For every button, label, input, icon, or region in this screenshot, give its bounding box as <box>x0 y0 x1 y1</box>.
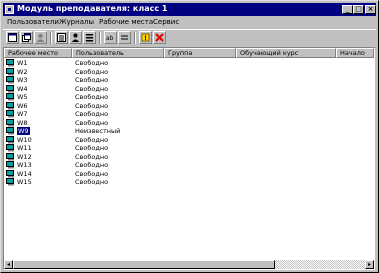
column-workstation[interactable]: Рабочее место <box>4 48 72 58</box>
table-row[interactable]: W15 Свободно <box>4 178 374 186</box>
table-row[interactable]: W13 Свободно <box>4 161 374 169</box>
workstation-cell: W12 <box>17 152 32 161</box>
menu-service[interactable]: Сервис <box>153 18 179 26</box>
user-cell: Свободно <box>75 59 109 67</box>
workstation-cell: W8 <box>17 118 28 127</box>
list-icon[interactable] <box>55 31 68 44</box>
computer-icon <box>6 161 14 169</box>
computer-icon <box>6 127 14 135</box>
windows-icon[interactable] <box>20 31 33 44</box>
close-button[interactable]: × <box>365 5 376 14</box>
table-row[interactable]: W2 Свободно <box>4 67 374 76</box>
table-row[interactable]: W8 Свободно <box>4 118 374 127</box>
app-icon[interactable] <box>5 5 14 14</box>
workstation-cell: W13 <box>17 161 32 169</box>
computer-icon <box>6 110 14 118</box>
column-course[interactable]: Обучающий курс <box>236 48 336 58</box>
computer-icon <box>6 93 14 101</box>
table-row[interactable]: W14 Свободно <box>4 169 374 178</box>
workstation-cell: W15 <box>17 178 32 186</box>
workstation-cell: W9 <box>17 127 30 135</box>
computer-icon <box>6 144 14 152</box>
table-row[interactable]: W4 Свободно <box>4 84 374 93</box>
workstation-cell: W14 <box>17 169 32 178</box>
workstation-cell: W4 <box>17 84 28 93</box>
user-cell: Свободно <box>75 76 109 84</box>
computer-icon <box>6 135 14 143</box>
table-row[interactable]: W5 Свободно <box>4 93 374 101</box>
menu-bar: Пользователи Журналы Рабочие места Серви… <box>3 17 376 28</box>
user-cell: Свободно <box>75 110 109 118</box>
users-icon[interactable] <box>34 31 47 44</box>
table-row[interactable]: W7 Свободно <box>4 110 374 118</box>
minimize-button[interactable]: _ <box>342 5 353 14</box>
user-cell: Неизвестный <box>75 127 121 135</box>
lines-icon[interactable] <box>83 31 96 44</box>
maximize-button[interactable]: □ <box>353 5 364 14</box>
scroll-right-button[interactable]: ▸ <box>365 260 374 269</box>
user-cell: Свободно <box>75 169 109 178</box>
user-cell: Свободно <box>75 152 109 161</box>
horizontal-scrollbar[interactable]: ◂ ▸ <box>4 260 374 269</box>
list-header: Рабочее место Пользователь Группа Обучаю… <box>4 48 374 58</box>
computer-icon <box>6 67 14 75</box>
table-row[interactable]: W1 Свободно <box>4 59 374 67</box>
user-cell: Свободно <box>75 161 109 169</box>
message-icon[interactable]: ab <box>104 31 117 44</box>
menu-workstations[interactable]: Рабочие места <box>99 18 153 26</box>
computer-icon <box>6 59 14 67</box>
workstation-cell: W1 <box>17 59 28 67</box>
user-cell: Свободно <box>75 67 109 76</box>
workstation-cell: W10 <box>17 135 32 144</box>
workstation-cell: W2 <box>17 67 28 76</box>
computer-icon <box>6 84 14 92</box>
user-view-icon[interactable] <box>69 31 82 44</box>
menu-journals[interactable]: Журналы <box>59 18 94 26</box>
delete-icon[interactable] <box>153 31 166 44</box>
workstation-cell: W6 <box>17 101 28 110</box>
workstation-cell: W11 <box>17 144 32 152</box>
user-cell: Свободно <box>75 118 109 127</box>
user-cell: Свободно <box>75 101 109 110</box>
scroll-left-button[interactable]: ◂ <box>4 260 13 269</box>
workstation-cell: W5 <box>17 93 28 101</box>
user-cell: Свободно <box>75 144 109 152</box>
workstation-cell: W7 <box>17 110 28 118</box>
computer-icon <box>6 152 14 160</box>
lines-small-icon[interactable] <box>118 31 131 44</box>
table-row[interactable]: W9 Неизвестный <box>4 127 374 135</box>
window-icon[interactable] <box>6 31 19 44</box>
window-title: Модуль преподавателя: класс 1 <box>17 4 168 13</box>
svg-text:ab: ab <box>106 35 114 42</box>
workstation-list[interactable]: Рабочее место Пользователь Группа Обучаю… <box>3 47 375 270</box>
table-row[interactable]: W6 Свободно <box>4 101 374 110</box>
main-window: Модуль преподавателя: класс 1 _ □ × Поль… <box>0 0 379 273</box>
column-group[interactable]: Группа <box>164 48 236 58</box>
column-start[interactable]: Начало <box>336 48 374 58</box>
table-row[interactable]: W10 Свободно <box>4 135 374 144</box>
table-row[interactable]: W11 Свободно <box>4 144 374 152</box>
toolbar: ab <box>3 29 376 48</box>
computer-icon <box>6 178 14 186</box>
column-user[interactable]: Пользователь <box>72 48 164 58</box>
user-cell: Свободно <box>75 135 109 144</box>
warning-icon[interactable] <box>139 31 152 44</box>
table-row[interactable]: W12 Свободно <box>4 152 374 161</box>
table-row[interactable]: W3 Свободно <box>4 76 374 84</box>
scrollbar-thumb[interactable] <box>13 260 275 269</box>
menu-users[interactable]: Пользователи <box>7 18 59 26</box>
user-cell: Свободно <box>75 178 109 186</box>
computer-icon <box>6 101 14 109</box>
user-cell: Свободно <box>75 84 109 93</box>
computer-icon <box>6 76 14 84</box>
user-cell: Свободно <box>75 93 109 101</box>
computer-icon <box>6 169 14 177</box>
title-bar[interactable]: Модуль преподавателя: класс 1 _ □ × <box>3 3 376 16</box>
workstation-cell: W3 <box>17 76 28 84</box>
computer-icon <box>6 118 14 126</box>
